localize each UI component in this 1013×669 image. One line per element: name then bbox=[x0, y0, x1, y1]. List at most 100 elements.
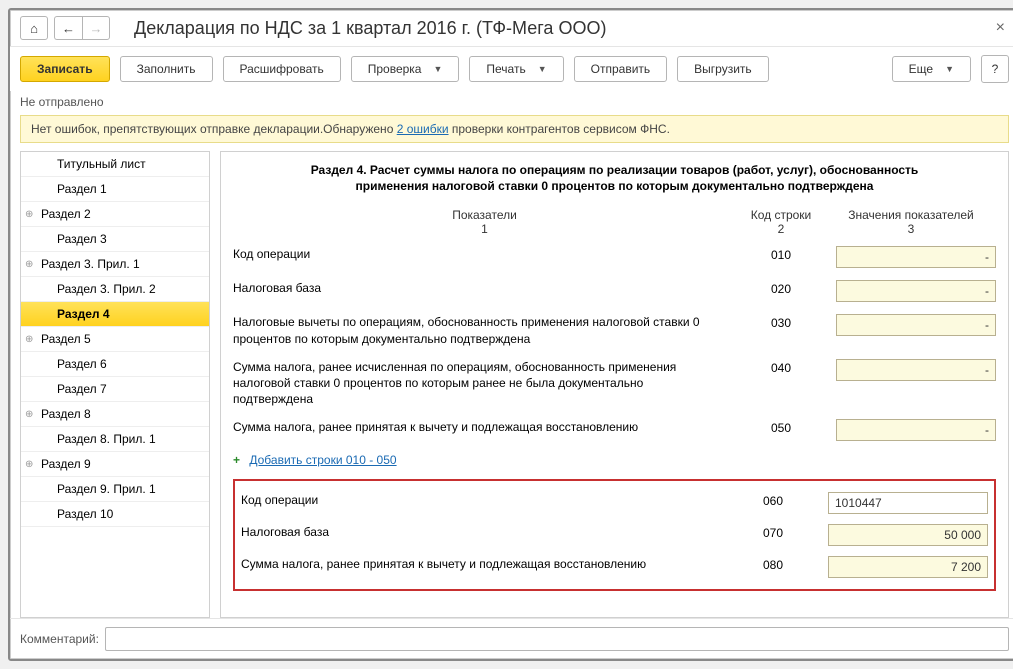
row-value-cell bbox=[818, 556, 988, 578]
close-icon[interactable]: × bbox=[992, 19, 1009, 37]
row-code: 020 bbox=[736, 280, 826, 296]
row-value-cell bbox=[826, 419, 996, 441]
titlebar: ⌂ ← → Декларация по НДС за 1 квартал 201… bbox=[10, 10, 1013, 47]
row-code: 080 bbox=[728, 556, 818, 572]
sidebar-item-11[interactable]: Раздел 8. Прил. 1 bbox=[21, 427, 209, 452]
row-code: 050 bbox=[736, 419, 826, 435]
table-row: Налоговые вычеты по операциям, обоснован… bbox=[233, 308, 996, 352]
sidebar-item-label: Раздел 5 bbox=[41, 332, 91, 346]
chevron-down-icon: ▼ bbox=[945, 64, 954, 74]
nav-arrows: ← → bbox=[54, 16, 110, 40]
window-title: Декларация по НДС за 1 квартал 2016 г. (… bbox=[134, 18, 606, 39]
check-label: Проверка bbox=[368, 62, 422, 76]
body: Титульный лист Раздел 1 ⊕ Раздел 2 Раздел 3 ⊕… bbox=[10, 151, 1013, 618]
section-tree[interactable]: Титульный лист Раздел 1 ⊕ Раздел 2 Раздел 3 ⊕… bbox=[20, 151, 210, 618]
sidebar-item-14[interactable]: Раздел 10 bbox=[21, 502, 209, 527]
row-value-cell bbox=[826, 314, 996, 336]
comment-label: Комментарий: bbox=[20, 632, 99, 646]
sidebar-item-0[interactable]: Титульный лист bbox=[21, 152, 209, 177]
fill-button[interactable]: Заполнить bbox=[120, 56, 213, 82]
chevron-down-icon: ▼ bbox=[538, 64, 547, 74]
sidebar-item-label: Раздел 1 bbox=[57, 182, 107, 196]
sidebar-item-2[interactable]: ⊕ Раздел 2 bbox=[21, 202, 209, 227]
sidebar-item-3[interactable]: Раздел 3 bbox=[21, 227, 209, 252]
row-code: 010 bbox=[736, 246, 826, 262]
decode-button[interactable]: Расшифровать bbox=[223, 56, 341, 82]
row-code: 030 bbox=[736, 314, 826, 330]
back-button[interactable]: ← bbox=[54, 16, 82, 40]
sidebar-item-label: Раздел 3. Прил. 1 bbox=[41, 257, 140, 271]
sidebar-item-label: Раздел 9 bbox=[41, 457, 91, 471]
expand-icon[interactable]: ⊕ bbox=[25, 334, 33, 345]
expand-icon[interactable]: ⊕ bbox=[25, 259, 33, 270]
highlighted-block: Код операции060Налоговая база070Сумма на… bbox=[233, 479, 996, 591]
sidebar-item-label: Раздел 9. Прил. 1 bbox=[57, 482, 156, 496]
sidebar-item-label: Раздел 6 bbox=[57, 357, 107, 371]
row-label: Сумма налога, ранее принятая к вычету и … bbox=[241, 556, 728, 572]
row-value-cell bbox=[826, 359, 996, 381]
value-input[interactable] bbox=[828, 556, 988, 578]
sidebar-item-4[interactable]: ⊕ Раздел 3. Прил. 1 bbox=[21, 252, 209, 277]
save-button[interactable]: Записать bbox=[20, 56, 110, 82]
alert-text-post: проверки контрагентов сервисом ФНС. bbox=[449, 122, 670, 136]
value-input[interactable] bbox=[828, 524, 988, 546]
sidebar-item-9[interactable]: Раздел 7 bbox=[21, 377, 209, 402]
row-value-cell bbox=[826, 280, 996, 302]
row-code: 070 bbox=[728, 524, 818, 540]
col3-header: Значения показателей3 bbox=[826, 208, 996, 236]
sidebar-item-1[interactable]: Раздел 1 bbox=[21, 177, 209, 202]
more-label: Еще bbox=[909, 62, 933, 76]
col1-header: Показатели1 bbox=[233, 208, 736, 236]
help-button[interactable]: ? bbox=[981, 55, 1009, 83]
print-button[interactable]: Печать ▼ bbox=[469, 56, 563, 82]
print-label: Печать bbox=[486, 62, 525, 76]
sidebar-item-7[interactable]: ⊕ Раздел 5 bbox=[21, 327, 209, 352]
home-button[interactable]: ⌂ bbox=[20, 16, 48, 40]
value-input[interactable] bbox=[828, 492, 988, 514]
sidebar-item-8[interactable]: Раздел 6 bbox=[21, 352, 209, 377]
column-headers: Показатели1 Код строки2 Значения показат… bbox=[233, 208, 996, 236]
expand-icon[interactable]: ⊕ bbox=[25, 459, 33, 470]
check-button[interactable]: Проверка ▼ bbox=[351, 56, 460, 82]
sidebar-item-label: Раздел 3 bbox=[57, 232, 107, 246]
chevron-down-icon: ▼ bbox=[433, 64, 442, 74]
toolbar: Записать Заполнить Расшифровать Проверка… bbox=[10, 47, 1013, 91]
comment-input[interactable] bbox=[105, 627, 1009, 651]
expand-icon[interactable]: ⊕ bbox=[25, 209, 33, 220]
alert-banner: Нет ошибок, препятствующих отправке декл… bbox=[20, 115, 1009, 143]
row-label: Налоговые вычеты по операциям, обоснован… bbox=[233, 314, 736, 346]
value-input[interactable] bbox=[836, 280, 996, 302]
sidebar-item-label: Раздел 8. Прил. 1 bbox=[57, 432, 156, 446]
sidebar-item-12[interactable]: ⊕ Раздел 9 bbox=[21, 452, 209, 477]
send-status: Не отправлено bbox=[10, 91, 1013, 115]
sidebar-item-label: Раздел 2 bbox=[41, 207, 91, 221]
row-label: Сумма налога, ранее принятая к вычету и … bbox=[233, 419, 736, 435]
sidebar-item-5[interactable]: Раздел 3. Прил. 2 bbox=[21, 277, 209, 302]
value-input[interactable] bbox=[836, 359, 996, 381]
expand-icon[interactable]: ⊕ bbox=[25, 409, 33, 420]
row-value-cell bbox=[826, 246, 996, 268]
value-input[interactable] bbox=[836, 246, 996, 268]
value-input[interactable] bbox=[836, 419, 996, 441]
main-window: ⌂ ← → Декларация по НДС за 1 квартал 201… bbox=[8, 8, 1013, 661]
row-label: Сумма налога, ранее исчисленная по опера… bbox=[233, 359, 736, 408]
sidebar-item-10[interactable]: ⊕Раздел 8 bbox=[21, 402, 209, 427]
table-row: Налоговая база070 bbox=[241, 519, 988, 551]
content-panel: Раздел 4. Расчет суммы налога по операци… bbox=[220, 151, 1009, 618]
export-button[interactable]: Выгрузить bbox=[677, 56, 769, 82]
row-label: Код операции bbox=[241, 492, 728, 508]
add-rows-link[interactable]: Добавить строки 010 - 050 bbox=[249, 453, 396, 467]
send-button[interactable]: Отправить bbox=[574, 56, 668, 82]
table-row: Код операции010 bbox=[233, 240, 996, 274]
sidebar-item-6[interactable]: Раздел 4 bbox=[21, 302, 209, 327]
value-input[interactable] bbox=[836, 314, 996, 336]
alert-errors-link[interactable]: 2 ошибки bbox=[397, 122, 449, 136]
row-code: 040 bbox=[736, 359, 826, 375]
more-button[interactable]: Еще ▼ bbox=[892, 56, 971, 82]
alert-text-pre: Нет ошибок, препятствующих отправке декл… bbox=[31, 122, 397, 136]
sidebar-item-13[interactable]: Раздел 9. Прил. 1 bbox=[21, 477, 209, 502]
row-label: Налоговая база bbox=[241, 524, 728, 540]
sidebar-item-label: Раздел 4 bbox=[57, 307, 110, 321]
forward-button[interactable]: → bbox=[82, 16, 110, 40]
add-rows-line: + Добавить строки 010 - 050 bbox=[233, 447, 996, 473]
